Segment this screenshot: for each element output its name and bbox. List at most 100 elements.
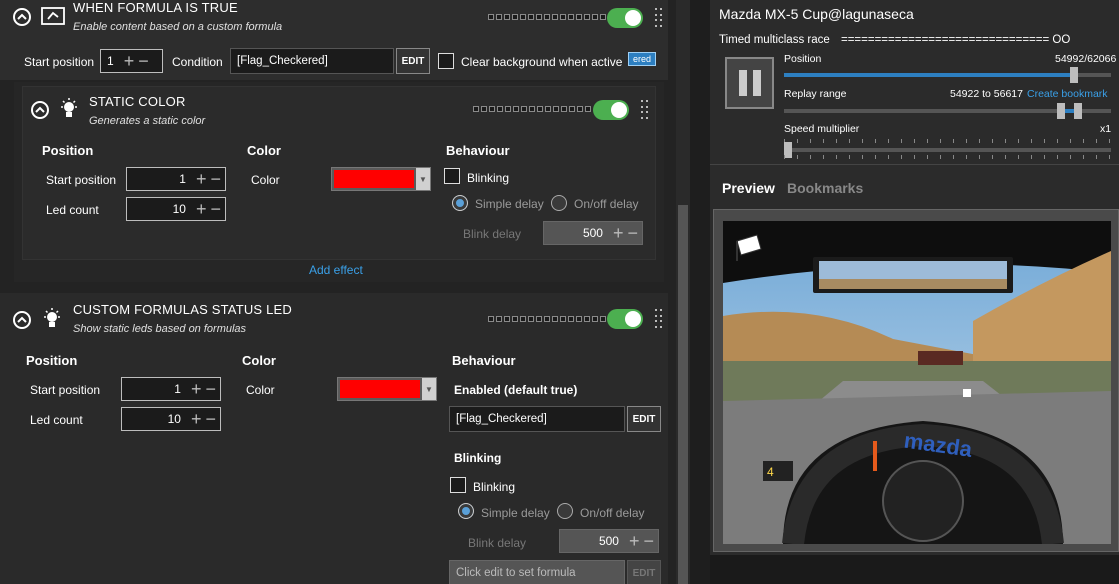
right-panel: Mazda MX-5 Cup@lagunaseca Timed multicla… (710, 0, 1119, 584)
blink-formula-edit-button[interactable]: EDIT (627, 560, 661, 584)
blinking-checkbox[interactable] (444, 168, 460, 184)
start-position-label: Start position (30, 383, 101, 397)
drag-handle-icon[interactable] (655, 8, 663, 28)
range-start-thumb[interactable] (1057, 103, 1065, 119)
start-position-stepper[interactable]: 1 + − (121, 377, 221, 401)
start-position-value: 1 (174, 382, 181, 396)
onoff-delay-radio[interactable] (551, 195, 567, 211)
static-color-wrapper: STATIC COLOR Generates a static color Po… (14, 82, 664, 282)
simple-delay-label: Simple delay (475, 197, 544, 211)
decrement-icon[interactable]: − (627, 224, 638, 242)
decrement-icon[interactable]: − (643, 532, 654, 550)
condition-input[interactable]: [Flag_Checkered] (230, 48, 394, 74)
simple-delay-label: Simple delay (481, 506, 550, 520)
bulb-icon (42, 307, 62, 331)
simple-delay-radio[interactable] (452, 195, 468, 211)
add-effect-link[interactable]: Add effect (309, 263, 363, 277)
signpost-icon (40, 5, 66, 27)
increment-icon[interactable]: + (613, 224, 624, 242)
blink-delay-value: 500 (582, 226, 603, 240)
led-preview-strip (488, 14, 606, 20)
position-slider-thumb[interactable] (1069, 67, 1078, 83)
custom-leds-title: CUSTOM FORMULAS STATUS LED (73, 302, 293, 317)
create-bookmark-link[interactable]: Create bookmark (1027, 88, 1108, 100)
color-picker[interactable]: ▼ (331, 167, 431, 191)
scrollbar-thumb[interactable] (678, 205, 688, 584)
formula-enable-toggle[interactable] (607, 8, 643, 28)
blink-delay-stepper[interactable]: 500 + − (559, 529, 659, 553)
decrement-icon[interactable]: − (210, 170, 221, 188)
speed-value: x1 (1100, 123, 1112, 135)
condition-label: Condition (172, 55, 223, 69)
decrement-icon[interactable]: − (138, 52, 149, 70)
replay-range-slider[interactable] (784, 103, 1111, 119)
blinking-checkbox[interactable] (450, 477, 466, 493)
speed-slider[interactable] (784, 142, 1111, 158)
color-swatch (340, 380, 420, 398)
session-label: Timed multiclass race (719, 34, 830, 46)
speed-ticks (784, 139, 1111, 143)
led-count-stepper[interactable]: 10 + − (126, 197, 226, 221)
tab-preview[interactable]: Preview (722, 180, 775, 196)
replay-title: Mazda MX-5 Cup@lagunaseca (719, 6, 914, 22)
color-heading: Color (242, 353, 276, 368)
position-value: 54992/62066 (1055, 53, 1117, 65)
increment-icon[interactable]: + (196, 170, 207, 188)
scrollbar[interactable] (676, 0, 690, 584)
decrement-icon[interactable]: − (210, 200, 221, 218)
position-slider-fill (784, 73, 1074, 77)
decrement-icon[interactable]: − (205, 410, 216, 428)
tab-bookmarks[interactable]: Bookmarks (787, 180, 863, 196)
increment-icon[interactable]: + (191, 410, 202, 428)
decrement-icon[interactable]: − (205, 380, 216, 398)
clear-background-checkbox[interactable] (438, 53, 454, 69)
led-count-value: 10 (172, 202, 186, 216)
collapse-chevron-icon[interactable] (13, 8, 31, 26)
formula-title: WHEN FORMULA IS TRUE (73, 0, 238, 15)
onoff-delay-radio[interactable] (557, 503, 573, 519)
simple-delay-radio[interactable] (458, 503, 474, 519)
session-bar: =============================== OO (841, 34, 1071, 46)
position-heading: Position (42, 143, 94, 158)
pause-button[interactable] (725, 57, 774, 109)
led-count-stepper[interactable]: 10 + − (121, 407, 221, 431)
enabled-label: Enabled (default true) (454, 383, 578, 397)
partial-badge: ered (628, 52, 656, 66)
blink-formula-input[interactable]: Click edit to set formula (449, 560, 625, 584)
static-color-title: STATIC COLOR (89, 94, 186, 109)
enabled-edit-button[interactable]: EDIT (627, 406, 661, 432)
chevron-down-icon[interactable]: ▼ (416, 168, 430, 190)
start-position-stepper[interactable]: 1 + − (126, 167, 226, 191)
custom-leds-toggle[interactable] (607, 309, 643, 329)
range-end-thumb[interactable] (1074, 103, 1082, 119)
collapse-chevron-icon[interactable] (13, 311, 31, 329)
led-count-label: Led count (30, 413, 83, 427)
increment-icon[interactable]: + (191, 380, 202, 398)
enabled-formula-input[interactable]: [Flag_Checkered] (449, 406, 625, 432)
pause-icon (738, 70, 747, 96)
increment-icon[interactable]: + (629, 532, 640, 550)
blinking-label: Blinking (473, 480, 516, 494)
condition-edit-button[interactable]: EDIT (396, 48, 430, 74)
start-position-stepper[interactable]: 1 + − (100, 49, 163, 73)
bulb-icon (59, 97, 79, 121)
speed-label: Speed multiplier (784, 123, 860, 135)
static-color-toggle[interactable] (593, 100, 629, 120)
right-footer (710, 555, 1119, 584)
blinking-heading: Blinking (454, 451, 502, 465)
color-swatch (334, 170, 414, 188)
position-slider[interactable] (784, 67, 1111, 83)
color-picker[interactable]: ▼ (337, 377, 437, 401)
collapse-chevron-icon[interactable] (31, 101, 49, 119)
drag-handle-icon[interactable] (641, 100, 649, 120)
chevron-down-icon[interactable]: ▼ (422, 378, 436, 400)
led-preview-strip (488, 316, 606, 322)
drag-handle-icon[interactable] (655, 309, 663, 329)
blink-delay-stepper[interactable]: 500 + − (543, 221, 643, 245)
color-label: Color (246, 383, 275, 397)
start-position-label: Start position (46, 173, 117, 187)
onoff-delay-label: On/off delay (574, 197, 639, 211)
increment-icon[interactable]: + (124, 52, 135, 70)
behaviour-heading: Behaviour (446, 143, 510, 158)
increment-icon[interactable]: + (196, 200, 207, 218)
